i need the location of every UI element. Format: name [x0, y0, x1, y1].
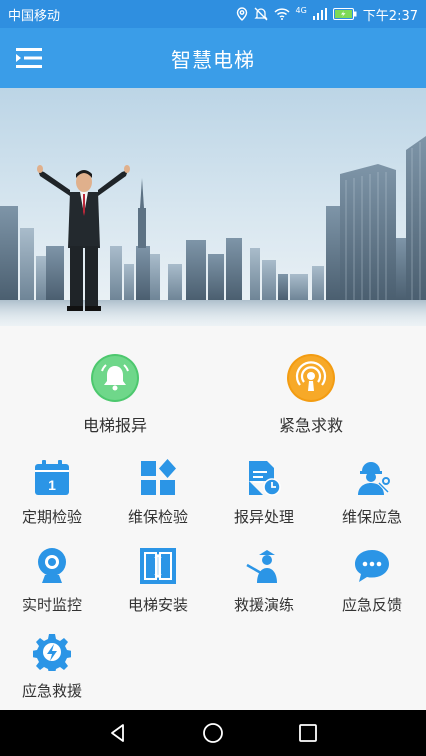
realtime-monitoring-button[interactable]: 实时监控 [0, 546, 104, 615]
realtime-monitoring-label: 实时监控 [21, 596, 82, 614]
back-triangle-icon [110, 724, 124, 742]
svg-text:1: 1 [48, 477, 56, 493]
page-title: 智慧电梯 [171, 47, 255, 72]
menu-button[interactable] [14, 44, 44, 72]
maintenance-inspection-button[interactable]: 维保检验 [106, 458, 210, 527]
rescue-drill-label: 救援演练 [233, 596, 294, 614]
elevator-report-button[interactable]: 电梯报异 [55, 354, 175, 436]
blocks-icon [138, 458, 178, 498]
webcam-icon [32, 546, 72, 586]
elevator-report-label: 电梯报异 [82, 416, 147, 435]
status-bar: 中国移动 4G 下午2:37 [0, 0, 426, 28]
exception-handling-button[interactable]: 报异处理 [212, 458, 316, 527]
emergency-rescue-label: 应急救援 [21, 682, 82, 700]
gear-lightning-icon [32, 632, 72, 672]
back-button[interactable] [98, 713, 138, 753]
app-bar: 智慧电梯 [0, 28, 426, 88]
emergency-rescue-button[interactable]: 应急救援 [0, 632, 104, 701]
emergency-feedback-label: 应急反馈 [341, 596, 402, 614]
network-type: 4G [295, 5, 307, 15]
clock: 下午2:37 [362, 8, 418, 24]
menu-icon [16, 48, 42, 68]
calendar-icon: 1 [32, 458, 72, 498]
home-circle-icon [203, 723, 223, 743]
chat-bubble-icon [352, 546, 392, 586]
recents-button[interactable] [288, 713, 328, 753]
periodic-inspection-button[interactable]: 1 定期检验 [0, 458, 104, 527]
signal-icon [312, 8, 327, 20]
document-clock-icon [244, 458, 284, 498]
mute-icon [253, 7, 268, 21]
exception-handling-label: 报异处理 [233, 508, 294, 526]
elevator-installation-label: 电梯安装 [127, 596, 188, 614]
recents-square-icon [299, 724, 318, 742]
bell-icon [91, 354, 139, 402]
banner-image [0, 88, 426, 326]
worker-icon [352, 458, 392, 498]
elevator-installation-button[interactable]: 电梯安装 [106, 546, 210, 615]
wifi-icon [273, 8, 290, 20]
elevator-door-icon [138, 546, 178, 586]
maintenance-emergency-label: 维保应急 [341, 508, 402, 526]
emergency-feedback-button[interactable]: 应急反馈 [320, 546, 424, 615]
emergency-sos-label: 紧急求救 [278, 416, 343, 435]
location-icon [236, 7, 247, 21]
sos-broadcast-icon [287, 354, 335, 402]
status-indicators: 4G 下午2:37 [236, 5, 418, 24]
battery-icon [332, 8, 357, 20]
emergency-sos-button[interactable]: 紧急求救 [251, 354, 371, 436]
instructor-icon [244, 546, 284, 586]
periodic-inspection-label: 定期检验 [21, 508, 82, 526]
function-panel: 电梯报异 紧急求救 1 定期检验 维保检验 报异处理 维保应急 实时监控 电梯安… [0, 326, 426, 710]
maintenance-inspection-label: 维保检验 [127, 508, 188, 526]
carrier-name: 中国移动 [8, 8, 61, 24]
maintenance-emergency-button[interactable]: 维保应急 [320, 458, 424, 527]
system-navigation-bar [0, 710, 426, 756]
rescue-drill-button[interactable]: 救援演练 [212, 546, 316, 615]
home-button[interactable] [193, 713, 233, 753]
